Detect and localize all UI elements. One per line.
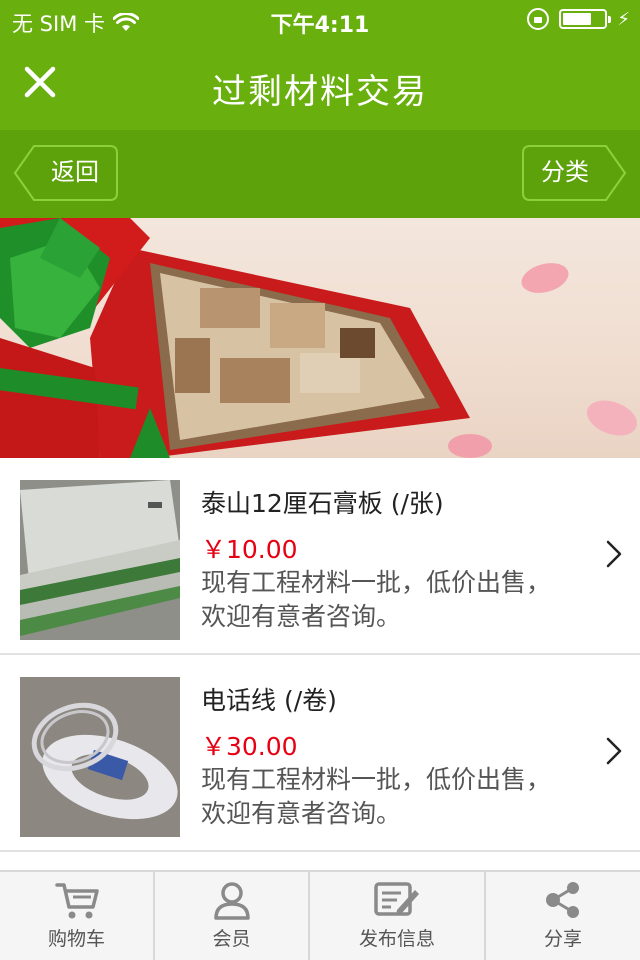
product-title: 泰山12厘石膏板 (/张) [201,489,444,518]
title-bar: 过剩材料交易 [0,40,640,130]
battery-icon [559,9,612,29]
product-price: ￥10.00 [201,535,298,564]
banner-image [0,218,638,458]
list-item[interactable]: 电话线 (/卷) ￥30.00 现有工程材料一批，低价出售，欢迎有意者咨询。 [0,655,640,852]
top-header: 无 SIM 卡 下午4:11 ⚡ 过剩材料交易 [0,0,640,130]
tab-publish-label: 发布信息 [358,928,435,950]
bottom-tab-bar: 购物车 会员 发布信息 分享 [0,870,640,960]
product-title: 电话线 (/卷) [201,686,337,715]
edit-icon [374,882,419,916]
product-thumbnail-phone-cable [20,677,180,837]
tab-share-label: 分享 [543,928,582,950]
chevron-right-icon [606,540,622,568]
back-button[interactable]: 返回 [14,145,118,201]
tab-member-label: 会员 [212,928,251,950]
battery-fill [563,13,592,25]
category-button[interactable]: 分类 [522,145,626,201]
status-bar: 无 SIM 卡 下午4:11 ⚡ [0,0,640,40]
tab-cart[interactable]: 购物车 [0,872,155,960]
product-thumbnail-gypsum-board [20,480,180,640]
rotation-lock-icon [527,8,550,30]
tab-publish[interactable]: 发布信息 [310,872,486,960]
user-icon [213,882,250,920]
sub-nav-bar: 返回 分类 [0,130,640,218]
product-price: ￥30.00 [201,732,298,761]
tab-cart-label: 购物车 [47,928,105,950]
product-description: 现有工程材料一批，低价出售，欢迎有意者咨询。 [201,568,552,631]
tab-share[interactable]: 分享 [486,872,640,960]
cart-icon [54,883,99,919]
back-label: 返回 [51,158,99,186]
tab-member[interactable]: 会员 [155,872,310,960]
chevron-right-icon [606,737,622,765]
promo-banner[interactable] [0,218,640,458]
category-label: 分类 [541,158,589,186]
product-list: 泰山12厘石膏板 (/张) ￥10.00 现有工程材料一批，低价出售，欢迎有意者… [0,458,640,852]
product-description: 现有工程材料一批，低价出售，欢迎有意者咨询。 [201,765,552,828]
list-item[interactable]: 泰山12厘石膏板 (/张) ￥10.00 现有工程材料一批，低价出售，欢迎有意者… [0,458,640,655]
share-icon [546,882,579,918]
status-right: ⚡ [527,8,630,30]
page-title: 过剩材料交易 [212,72,428,112]
charging-bolt-icon: ⚡ [617,8,630,30]
